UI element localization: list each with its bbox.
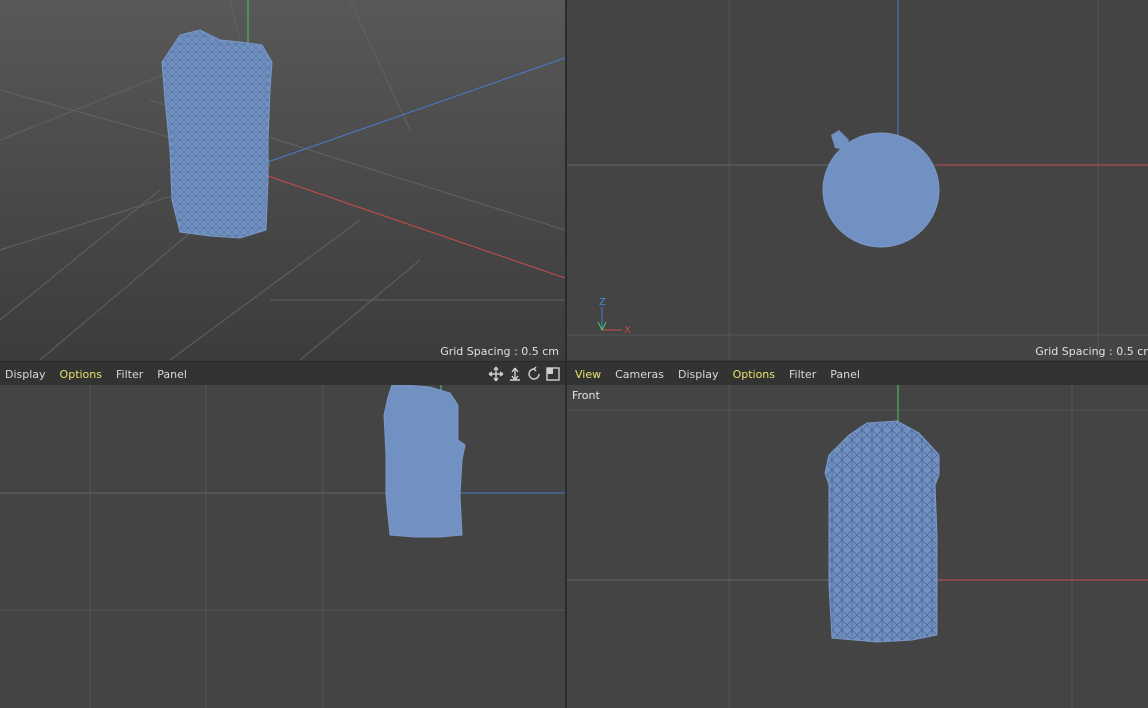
menu-display[interactable]: Display xyxy=(5,368,46,381)
right-grid xyxy=(0,385,565,708)
grid-spacing-label: Grid Spacing : 0.5 cm xyxy=(440,345,559,358)
mesh-object[interactable] xyxy=(822,130,940,248)
gizmo-z-label: Z xyxy=(599,297,606,308)
move-icon[interactable] xyxy=(488,366,504,382)
menu-cameras[interactable]: Cameras xyxy=(615,368,664,381)
viewport-name: Front xyxy=(572,389,600,402)
mesh-object[interactable] xyxy=(383,385,466,538)
dolly-icon[interactable] xyxy=(507,366,523,382)
menu-panel[interactable]: Panel xyxy=(830,368,860,381)
menu-panel[interactable]: Panel xyxy=(157,368,187,381)
menu-filter[interactable]: Filter xyxy=(116,368,143,381)
right-scene xyxy=(0,385,565,708)
viewport-menubar-right: View Cameras Display Options Filter Pane… xyxy=(567,361,1148,386)
viewport-top[interactable]: Z X Grid Spacing : 0.5 cm xyxy=(567,0,1148,360)
grid-spacing-label: Grid Spacing : 0.5 cm xyxy=(1035,345,1148,358)
rotate-icon[interactable] xyxy=(526,366,542,382)
axis-gizmo xyxy=(597,307,622,332)
menu-filter[interactable]: Filter xyxy=(789,368,816,381)
viewport-front[interactable]: Front xyxy=(567,385,1148,708)
menu-view[interactable]: View xyxy=(575,368,601,381)
gizmo-x-label: X xyxy=(624,325,631,336)
viewport-menubar-left: Display Options Filter Panel xyxy=(0,361,565,386)
menu-display[interactable]: Display xyxy=(678,368,719,381)
mesh-object[interactable] xyxy=(824,420,940,643)
mesh-object[interactable] xyxy=(161,29,273,239)
viewport-right[interactable] xyxy=(0,385,565,708)
menu-options[interactable]: Options xyxy=(60,368,102,381)
maximize-icon[interactable] xyxy=(545,366,561,382)
menu-options[interactable]: Options xyxy=(733,368,775,381)
viewport-perspective[interactable]: Grid Spacing : 0.5 cm xyxy=(0,0,565,360)
top-scene: Z X xyxy=(567,0,1148,360)
front-scene xyxy=(567,385,1148,708)
perspective-scene xyxy=(0,0,565,360)
